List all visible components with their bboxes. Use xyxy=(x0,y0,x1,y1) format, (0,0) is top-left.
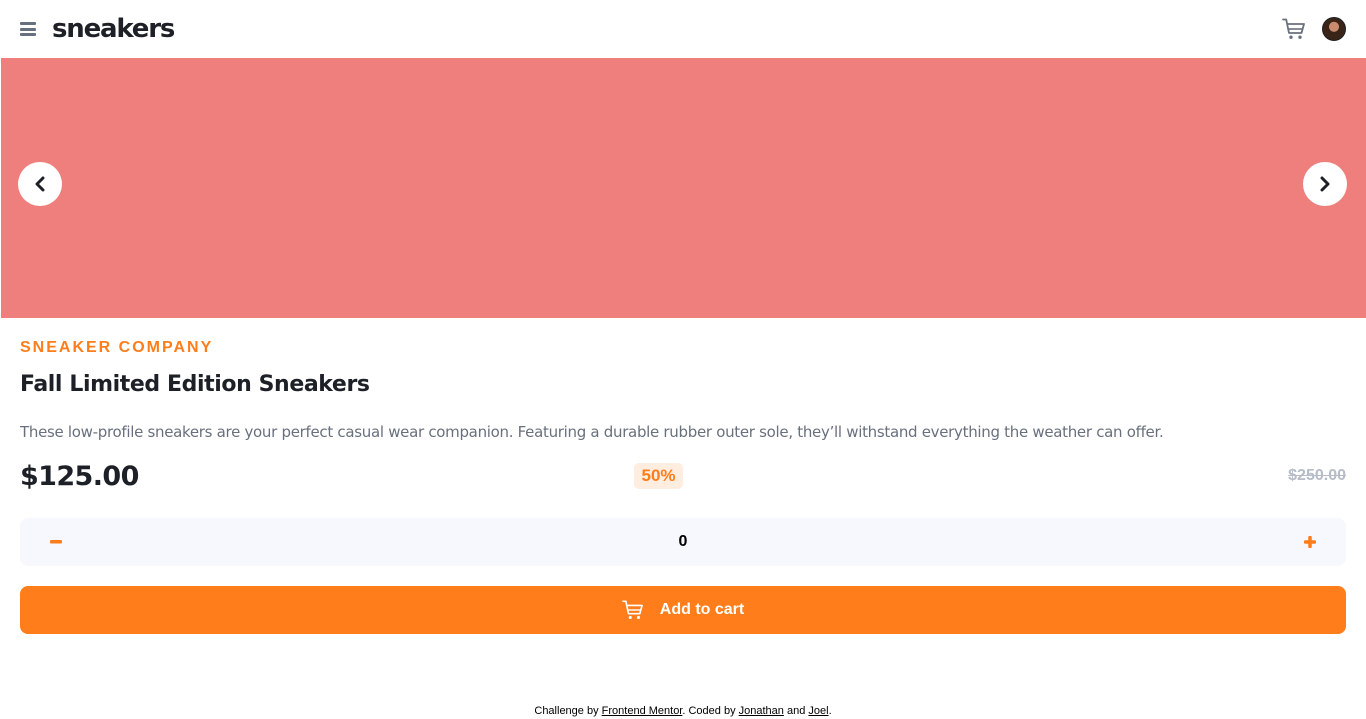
frontend-mentor-link[interactable]: Frontend Mentor xyxy=(602,705,683,717)
chevron-left-icon xyxy=(35,176,45,192)
attribution-middle: . Coded by xyxy=(682,705,739,717)
gallery-next-button[interactable] xyxy=(1303,162,1347,206)
add-to-cart-button[interactable]: Add to cart xyxy=(20,586,1346,634)
attribution-suffix: . xyxy=(828,705,832,717)
gallery-prev-button[interactable] xyxy=(18,162,62,206)
attribution-footer: Challenge by Frontend Mentor. Coded by J… xyxy=(0,704,1366,719)
original-price: $250.00 xyxy=(1288,467,1346,484)
plus-icon xyxy=(1304,536,1316,548)
cart-icon xyxy=(621,600,643,619)
site-logo[interactable]: sneakers xyxy=(52,16,175,42)
product-title: Fall Limited Edition Sneakers xyxy=(20,372,370,397)
quantity-stepper: 0 xyxy=(20,518,1346,566)
attribution-and: and xyxy=(783,705,809,717)
minus-icon xyxy=(50,540,62,544)
product-details: SNEAKER COMPANY Fall Limited Edition Sne… xyxy=(20,318,1346,495)
decrease-quantity-button[interactable] xyxy=(20,518,92,566)
quantity-value: 0 xyxy=(678,533,688,550)
product-gallery xyxy=(1,58,1366,318)
chevron-right-icon xyxy=(1320,176,1330,192)
author-jonathan-link[interactable]: Jonathan xyxy=(739,705,784,717)
increase-quantity-button[interactable] xyxy=(1274,518,1346,566)
site-header: sneakers xyxy=(0,0,1366,58)
hamburger-menu-icon[interactable] xyxy=(20,22,36,36)
discount-badge: 50% xyxy=(634,463,683,489)
cart-icon[interactable] xyxy=(1282,18,1306,40)
attribution-prefix: Challenge by xyxy=(534,705,602,717)
header-actions xyxy=(1282,17,1346,41)
company-name: SNEAKER COMPANY xyxy=(20,339,214,356)
author-joel-link[interactable]: Joel xyxy=(808,705,828,717)
current-price: $125.00 xyxy=(20,461,139,492)
price-row: $125.00 50% $250.00 xyxy=(20,455,1346,495)
add-to-cart-label: Add to cart xyxy=(659,601,745,618)
product-description: These low-profile sneakers are your perf… xyxy=(20,423,1164,441)
user-avatar[interactable] xyxy=(1322,17,1346,41)
